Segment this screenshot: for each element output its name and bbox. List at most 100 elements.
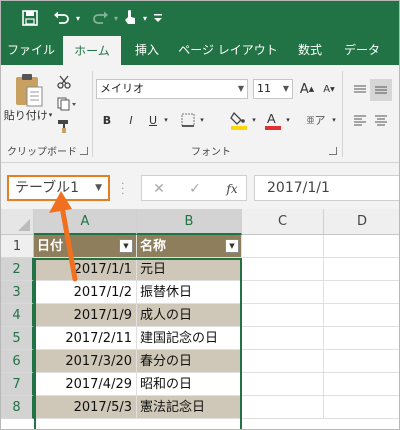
borders-icon[interactable]: [179, 111, 197, 129]
column-header-d[interactable]: D: [324, 209, 399, 235]
empty-cell[interactable]: [242, 281, 324, 304]
paste-label: 貼り付け: [3, 109, 48, 122]
row-header[interactable]: 7: [1, 373, 34, 396]
increase-font-size-icon[interactable]: A ▲: [297, 79, 317, 99]
name-cell[interactable]: 元日: [137, 258, 242, 281]
row-header[interactable]: 2: [1, 258, 34, 281]
column-header-c[interactable]: C: [242, 209, 324, 235]
empty-cell[interactable]: [324, 304, 399, 327]
empty-cell[interactable]: [242, 304, 324, 327]
name-cell[interactable]: 昭和の日: [137, 373, 242, 396]
name-cell[interactable]: 建国記念の日: [137, 327, 242, 350]
customize-qat-icon[interactable]: [151, 7, 165, 29]
chevron-down-icon[interactable]: ▾: [197, 111, 207, 129]
chevron-down-icon: ▼: [282, 84, 289, 93]
font-size-value: 11: [257, 82, 271, 95]
align-center-icon[interactable]: [372, 111, 390, 129]
insert-function-icon[interactable]: fx: [222, 180, 242, 198]
enter-check-icon[interactable]: ✓: [186, 180, 204, 198]
empty-cell[interactable]: [324, 281, 399, 304]
name-cell[interactable]: 春分の日: [137, 350, 242, 373]
font-color-icon[interactable]: A: [263, 109, 283, 131]
worksheet-grid: A B C D 1 日付 名称 ▼ ▼ 2 2017/1/1 元日 3 2017/1/2 振替休日 4…: [1, 191, 399, 429]
tab-formulas[interactable]: 数式: [285, 35, 335, 65]
chevron-down-icon[interactable]: ▾: [329, 111, 339, 129]
paste-button[interactable]: 貼り付け ▾: [3, 107, 53, 123]
date-cell[interactable]: 2017/1/2: [34, 281, 137, 304]
date-cell[interactable]: 2017/3/20: [34, 350, 137, 373]
italic-button[interactable]: I: [123, 111, 139, 129]
chevron-down-icon[interactable]: ▾: [249, 111, 259, 129]
formula-bar-grip[interactable]: · · ·: [121, 178, 125, 199]
undo-icon[interactable]: [51, 7, 73, 29]
decrease-font-size-icon[interactable]: A ▼: [319, 79, 339, 99]
empty-cell[interactable]: [324, 373, 399, 396]
empty-cell[interactable]: [324, 235, 399, 258]
font-name-combo[interactable]: メイリオ ▼: [96, 79, 248, 99]
cancel-icon[interactable]: ✕: [150, 180, 168, 198]
date-cell[interactable]: 2017/2/11: [34, 327, 137, 350]
chevron-down-icon[interactable]: ▾: [283, 111, 293, 129]
date-cell[interactable]: 2017/1/9: [34, 304, 137, 327]
empty-cell[interactable]: [242, 396, 324, 419]
chevron-down-icon[interactable]: ▾: [161, 111, 171, 129]
tab-data[interactable]: データ: [337, 35, 387, 65]
align-left-icon[interactable]: [351, 111, 369, 129]
select-all-corner[interactable]: [1, 209, 34, 235]
row-header[interactable]: 8: [1, 396, 34, 419]
row-header[interactable]: 6: [1, 350, 34, 373]
redo-icon[interactable]: [89, 7, 111, 29]
column-header-a[interactable]: A: [34, 209, 137, 235]
copy-icon[interactable]: [55, 95, 79, 113]
tab-insert[interactable]: 挿入: [123, 35, 171, 65]
undo-dropdown-icon[interactable]: ▾: [73, 7, 83, 29]
align-top-icon[interactable]: [351, 81, 369, 99]
underline-button[interactable]: U: [145, 111, 161, 129]
row-header[interactable]: 4: [1, 304, 34, 327]
font-name-value: メイリオ: [100, 82, 144, 95]
date-cell[interactable]: 2017/4/29: [34, 373, 137, 396]
filter-dropdown-icon[interactable]: ▼: [225, 239, 239, 253]
name-box[interactable]: テーブル1 ▼: [7, 175, 110, 201]
bold-button[interactable]: B: [99, 111, 115, 129]
empty-cell[interactable]: [324, 396, 399, 419]
fill-color-icon[interactable]: [229, 109, 249, 131]
cut-icon[interactable]: [55, 73, 73, 91]
date-cell[interactable]: 2017/5/3: [34, 396, 137, 419]
align-middle-icon[interactable]: [370, 79, 392, 101]
font-size-combo[interactable]: 11 ▼: [253, 79, 293, 99]
touch-mode-icon[interactable]: [119, 7, 141, 29]
tab-file[interactable]: ファイル: [1, 35, 61, 65]
format-painter-icon[interactable]: [55, 117, 73, 135]
chevron-down-icon: ▼: [237, 84, 244, 93]
column-header-b[interactable]: B: [137, 209, 242, 235]
tab-page-layout[interactable]: ページ レイアウト: [173, 35, 283, 65]
empty-cell[interactable]: [242, 327, 324, 350]
chevron-down-icon[interactable]: ▼: [95, 177, 102, 199]
clipboard-paste-icon[interactable]: [9, 71, 49, 111]
empty-cell[interactable]: [324, 350, 399, 373]
font-launcher-icon[interactable]: [329, 147, 337, 155]
name-cell[interactable]: 憲法記念日: [137, 396, 242, 419]
empty-cell[interactable]: [324, 327, 399, 350]
date-cell[interactable]: 2017/1/1: [34, 258, 137, 281]
tab-home[interactable]: ホーム: [63, 35, 121, 65]
empty-cell[interactable]: [324, 258, 399, 281]
svg-text:A: A: [267, 111, 276, 126]
name-cell[interactable]: 成人の日: [137, 304, 242, 327]
empty-cell[interactable]: [242, 235, 324, 258]
excel-window: ▾ ▾ ▾ ファイル ホーム 挿入 ページ レイアウト 数式 データ 貼り付け ▾: [0, 0, 400, 430]
formula-input[interactable]: 2017/1/1: [254, 175, 399, 201]
filter-dropdown-icon[interactable]: ▼: [119, 239, 133, 253]
empty-cell[interactable]: [242, 373, 324, 396]
phonetic-guide-icon[interactable]: 亜ア: [303, 109, 329, 131]
row-header[interactable]: 5: [1, 327, 34, 350]
row-header[interactable]: 1: [1, 235, 34, 258]
empty-cell[interactable]: [242, 350, 324, 373]
empty-cell[interactable]: [242, 258, 324, 281]
touch-dropdown-icon[interactable]: ▾: [140, 7, 150, 29]
name-cell[interactable]: 振替休日: [137, 281, 242, 304]
save-icon[interactable]: [19, 7, 41, 29]
clipboard-launcher-icon[interactable]: [80, 147, 88, 155]
row-header[interactable]: 3: [1, 281, 34, 304]
